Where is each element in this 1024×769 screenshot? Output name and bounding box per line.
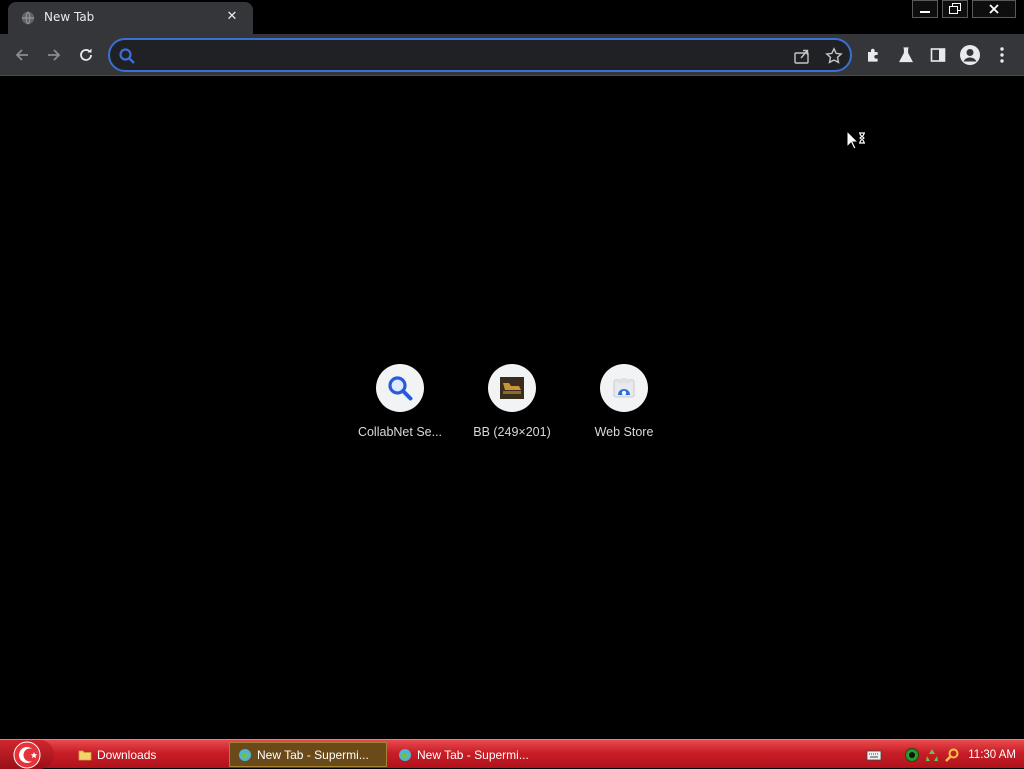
busy-cursor-icon [846, 130, 865, 150]
menu-button[interactable] [990, 43, 1014, 67]
browser-icon [399, 748, 411, 761]
extensions-button[interactable] [862, 43, 886, 67]
network-status-icon[interactable] [904, 747, 920, 763]
shortcut-icon-circle [488, 364, 536, 412]
minimize-icon [920, 11, 930, 13]
close-window-button[interactable] [972, 0, 1016, 18]
keyboard-icon[interactable] [866, 747, 882, 763]
shortcut-bb-image[interactable]: BB (249×201) [456, 363, 568, 453]
taskbar: Downloads New Tab - Supermi... New Tab -… [0, 739, 1024, 769]
shortcut-label: CollabNet Se... [357, 425, 443, 439]
browser-icon [239, 748, 251, 761]
restore-button[interactable] [942, 0, 968, 18]
shortcut-icon-circle [600, 364, 648, 412]
taskbar-item-browser[interactable]: New Tab - Supermi... [390, 742, 548, 767]
taskbar-item-downloads[interactable]: Downloads [70, 742, 220, 767]
close-icon [989, 4, 999, 14]
tab-title: New Tab [44, 10, 95, 24]
side-panel-button[interactable] [926, 43, 950, 67]
image-thumbnail-icon [500, 377, 524, 399]
arrow-left-icon [15, 49, 28, 61]
start-button[interactable] [0, 740, 54, 769]
back-button[interactable] [10, 43, 34, 67]
side-panel-icon [930, 48, 946, 62]
reload-icon [80, 48, 92, 61]
address-input[interactable] [144, 45, 784, 65]
web-store-icon [613, 378, 635, 398]
clock[interactable]: 11:30 AM [968, 749, 1016, 761]
arrow-right-icon [48, 49, 61, 61]
forward-button[interactable] [42, 43, 66, 67]
shortcut-label: Web Store [594, 425, 654, 439]
folder-icon [78, 750, 92, 760]
profile-button[interactable] [958, 43, 982, 67]
address-bar[interactable] [108, 38, 852, 72]
labs-button[interactable] [894, 43, 918, 67]
taskbar-item-browser-active[interactable]: New Tab - Supermi... [229, 742, 387, 767]
system-tray: 11:30 AM [866, 740, 1024, 769]
taskbar-item-label: New Tab - Supermi... [417, 747, 529, 762]
flask-icon [899, 47, 913, 63]
browser-toolbar [0, 34, 1024, 76]
search-icon [119, 48, 135, 64]
taskbar-item-label: Downloads [97, 747, 157, 762]
shortcut-icon-circle [376, 364, 424, 412]
shortcut-collabnet[interactable]: CollabNet Se... [344, 363, 456, 453]
share-icon[interactable] [793, 47, 811, 65]
shortcut-label: BB (249×201) [473, 425, 551, 439]
tab-new-tab[interactable]: New Tab ✕ [8, 2, 253, 34]
kebab-menu-icon [1000, 47, 1004, 63]
recycle-icon[interactable] [924, 747, 940, 763]
tab-strip: New Tab ✕ [0, 0, 1024, 34]
search-icon [388, 376, 413, 401]
restore-icon [949, 3, 961, 14]
avatar-icon [960, 45, 980, 65]
minimize-button[interactable] [912, 0, 938, 18]
reload-button[interactable] [74, 43, 98, 67]
puzzle-icon [868, 48, 878, 62]
search-tray-icon[interactable] [944, 747, 960, 763]
globe-icon [21, 11, 35, 25]
new-tab-page: CollabNet Se... BB (249×201) Web Store [0, 77, 1024, 739]
shortcut-web-store[interactable]: Web Store [568, 363, 680, 453]
window-controls [908, 0, 1016, 18]
taskbar-item-label: New Tab - Supermi... [257, 747, 369, 762]
bookmark-star-icon[interactable] [825, 47, 843, 65]
crescent-logo-icon [13, 741, 41, 768]
tab-close-icon[interactable]: ✕ [224, 9, 240, 25]
